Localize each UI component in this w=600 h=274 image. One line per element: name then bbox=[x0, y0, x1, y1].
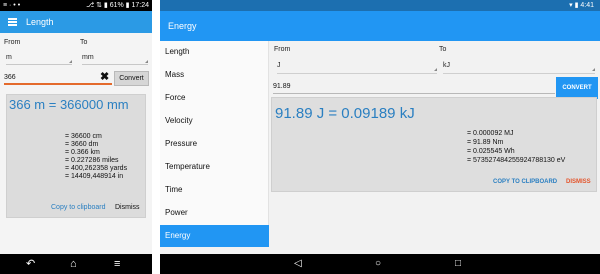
from-label: From bbox=[274, 46, 291, 53]
result-line: = 5735274842559247881​30 eV bbox=[467, 157, 566, 164]
value-input-text: 366 bbox=[4, 74, 16, 81]
result-list: = 36600 cm = 3660 dm = 0.366 km = 0.2272… bbox=[65, 133, 127, 181]
hamburger-menu-icon[interactable] bbox=[8, 18, 17, 26]
dismiss-button[interactable]: Dismiss bbox=[115, 204, 140, 211]
from-unit-value: m bbox=[6, 54, 12, 61]
to-label: To bbox=[80, 39, 88, 46]
result-card: 366 m = 366000 mm = 36600 cm = 3660 dm =… bbox=[6, 94, 146, 218]
result-list: = 0.000092 MJ = 91.89 Nm = 0.025545 Wh =… bbox=[467, 129, 565, 165]
sidebar-item-temperature[interactable]: Temperature bbox=[160, 156, 269, 178]
sidebar-item-pressure[interactable]: Pressure bbox=[160, 133, 269, 155]
tablet-status-bar: ▾ ▮ 4:41 bbox=[160, 0, 600, 11]
phone-status-left: ≡ · • • bbox=[3, 2, 21, 9]
result-line: = 91.89 Nm bbox=[467, 139, 504, 146]
copy-to-clipboard-button[interactable]: Copy to clipboard bbox=[51, 204, 105, 211]
tablet-nav-bar: ◁ ○ □ bbox=[160, 254, 600, 274]
value-input-text: 91.89 bbox=[273, 83, 291, 90]
tablet-title: Energy bbox=[168, 21, 197, 31]
to-unit-select[interactable]: mm bbox=[82, 53, 148, 65]
result-card: 91.89 J = 0.09189 kJ = 0.000092 MJ = 91.… bbox=[271, 97, 597, 192]
copy-to-clipboard-button[interactable]: COPY TO CLIPBOARD bbox=[493, 179, 557, 185]
recents-icon[interactable]: □ bbox=[455, 258, 461, 270]
from-unit-select[interactable]: J bbox=[277, 61, 437, 74]
home-icon[interactable]: ⌂ bbox=[70, 258, 77, 270]
result-line: = 3660 dm bbox=[65, 141, 99, 148]
sidebar-item-length[interactable]: Length bbox=[160, 41, 269, 63]
recents-icon[interactable]: ≡ bbox=[114, 258, 120, 270]
result-line: = 0.025545 Wh bbox=[467, 148, 515, 155]
sidebar-item-power[interactable]: Power bbox=[160, 202, 269, 224]
from-unit-value: J bbox=[277, 62, 281, 69]
home-icon[interactable]: ○ bbox=[375, 258, 381, 270]
result-line: = 36600 cm bbox=[65, 133, 102, 140]
sidebar-item-time[interactable]: Time bbox=[160, 179, 269, 201]
phone-status-right: ⎇ ⇅ ▮ 61% ▮ 17:24 bbox=[86, 2, 149, 9]
dropdown-caret-icon bbox=[69, 60, 72, 63]
result-main: 366 m = 366000 mm bbox=[9, 97, 129, 112]
phone-status-bar: ≡ · • • ⎇ ⇅ ▮ 61% ▮ 17:24 bbox=[0, 0, 152, 11]
result-line: = 0.227286 miles bbox=[65, 157, 119, 164]
phone-app-bar: Length bbox=[0, 11, 152, 33]
sidebar-item-mass[interactable]: Mass bbox=[160, 64, 269, 86]
tablet-screen: ▾ ▮ 4:41 Energy Length Mass Force Veloci… bbox=[160, 0, 600, 274]
category-sidebar: Length Mass Force Velocity Pressure Temp… bbox=[160, 41, 269, 247]
to-unit-select[interactable]: kJ bbox=[443, 61, 595, 74]
result-line: = 0.366 km bbox=[65, 149, 100, 156]
to-label: To bbox=[439, 46, 447, 53]
result-line: = 0.000092 MJ bbox=[467, 130, 514, 137]
from-label: From bbox=[4, 39, 21, 46]
phone-nav-bar: ↶ ⌂ ≡ bbox=[0, 254, 152, 274]
sidebar-item-force[interactable]: Force bbox=[160, 87, 269, 109]
dropdown-caret-icon bbox=[145, 60, 148, 63]
value-input[interactable]: 91.89 bbox=[273, 82, 555, 94]
tablet-status-right: ▾ ▮ 4:41 bbox=[569, 2, 594, 9]
sidebar-item-energy[interactable]: Energy bbox=[160, 225, 269, 247]
back-icon[interactable]: ↶ bbox=[26, 258, 35, 270]
back-icon[interactable]: ◁ bbox=[294, 258, 302, 270]
phone-screen: ≡ · • • ⎇ ⇅ ▮ 61% ▮ 17:24 Length From To… bbox=[0, 0, 152, 274]
clear-icon[interactable]: ✖ bbox=[100, 71, 109, 83]
dismiss-button[interactable]: DISMISS bbox=[566, 179, 591, 185]
tablet-app-bar: Energy bbox=[160, 11, 600, 41]
result-line: = 400,262358 yards bbox=[65, 165, 128, 172]
to-unit-value: kJ bbox=[443, 62, 450, 69]
from-unit-select[interactable]: m bbox=[6, 53, 72, 65]
value-input[interactable]: 366 bbox=[4, 73, 112, 85]
sidebar-item-velocity[interactable]: Velocity bbox=[160, 110, 269, 132]
to-unit-value: mm bbox=[82, 54, 94, 61]
dropdown-caret-icon bbox=[434, 68, 437, 71]
result-main: 91.89 J = 0.09189 kJ bbox=[275, 105, 415, 122]
screenshot-stage: ≡ · • • ⎇ ⇅ ▮ 61% ▮ 17:24 Length From To… bbox=[0, 0, 600, 274]
dropdown-caret-icon bbox=[592, 68, 595, 71]
phone-title: Length bbox=[26, 17, 54, 27]
convert-button[interactable]: Convert bbox=[114, 71, 149, 86]
result-line: = 14409,448914 in bbox=[65, 173, 124, 180]
convert-button[interactable]: CONVERT bbox=[556, 77, 598, 99]
